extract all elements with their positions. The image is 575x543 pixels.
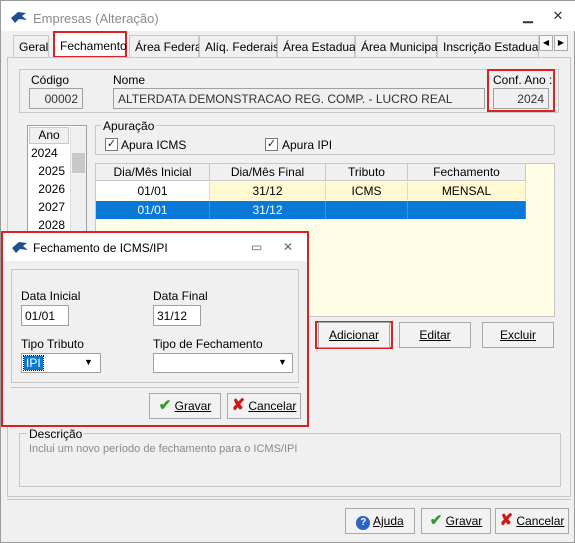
grid-cell: 31/12 [210,182,326,200]
year-item[interactable]: 2026 [29,181,69,198]
check-icon: ✔ [429,512,443,529]
tab-inscricao-estadual[interactable]: Inscrição Estadual S [437,35,539,57]
cancel-x-icon: ✘ [231,397,246,414]
grid-header-fechamento[interactable]: Fechamento [408,164,526,181]
dialog-bird-icon [12,242,28,253]
cancel-button[interactable]: ✘ Cancelar [495,508,569,534]
codigo-field[interactable]: 00002 [29,88,83,109]
add-button[interactable]: Adicionar [318,322,390,348]
years-scrollbar[interactable] [70,127,86,236]
help-button[interactable]: ? Ajuda [345,508,415,534]
grid-cell: 01/01 [96,182,210,200]
grid-cell: 31/12 [210,201,326,219]
data-inicial-input[interactable]: 01/01 [21,305,69,326]
conf-ano-field[interactable]: 2024 [493,88,549,109]
tipo-tributo-select[interactable]: IPI ▼ [21,353,101,373]
apura-icms-label: Apura ICMS [121,138,187,152]
grid-cell: MENSAL [408,182,526,200]
tab-fechamento[interactable]: Fechamento [53,31,127,58]
year-item[interactable]: 2025 [29,163,69,180]
dialog-save-label: Gravar [174,399,212,413]
grid-header-final[interactable]: Dia/Mês Final [210,164,326,181]
year-item[interactable]: 2027 [29,199,69,216]
grid-cell: ICMS [326,182,408,200]
help-button-label: Ajuda [372,514,404,528]
dialog-close-button[interactable]: ✕ [283,240,293,254]
data-final-label: Data Final [153,289,208,303]
close-button[interactable]: ✕ [549,7,567,25]
chevron-down-icon: ▼ [84,357,93,367]
apuracao-title: Apuração [101,119,157,133]
main-window: Empresas (Alteração) ▁ ✕ Geral Fechament… [0,0,575,543]
years-list[interactable]: Ano 2024 2025 2026 2027 2028 [27,125,87,237]
apura-ipi-checkbox[interactable]: ✓ [265,138,278,151]
apura-ipi-label: Apura IPI [282,138,333,152]
tab-area-estadual[interactable]: Área Estadual [277,35,358,57]
grid-cell: 01/01 [96,201,210,219]
minimize-button[interactable]: ▁ [519,7,537,25]
app-bird-icon [11,12,27,23]
dialog-cancel-button[interactable]: ✘ Cancelar [227,393,301,419]
footer-divider [7,499,571,500]
grid-cell [408,201,526,219]
tipo-tributo-value: IPI [23,355,44,371]
edit-button-label: Editar [419,328,451,342]
years-header: Ano [29,127,69,144]
delete-button[interactable]: Excluir [482,322,554,348]
save-button-label: Gravar [445,514,483,528]
tab-area-federal[interactable]: Área Federal [129,35,204,57]
grid-cell [326,201,408,219]
nome-field[interactable]: ALTERDATA DEMONSTRACAO REG. COMP. - LUCR… [113,88,485,109]
years-scroll-thumb[interactable] [72,153,85,173]
grid-header-inicial[interactable]: Dia/Mês Inicial [96,164,210,181]
cancel-button-label: Cancelar [516,514,565,528]
add-button-label: Adicionar [328,328,380,342]
dialog-cancel-label: Cancelar [248,399,297,413]
grid-header-tributo[interactable]: Tributo [326,164,408,181]
tab-geral[interactable]: Geral [13,35,49,57]
save-button[interactable]: ✔ Gravar [421,508,491,534]
conf-ano-label: Conf. Ano : [493,73,553,87]
table-row[interactable]: 01/01 31/12 ICMS MENSAL [96,182,526,200]
dialog-divider [11,387,299,388]
codigo-label: Código [31,73,70,87]
title-bar: Empresas (Alteração) ▁ ✕ [1,1,575,31]
tab-scroll-left-icon[interactable]: ◀ [539,35,553,51]
tab-aliq-federais[interactable]: Alíq. Federais [199,35,279,57]
table-row-selected[interactable]: 01/01 31/12 [96,201,526,219]
tipo-tributo-label: Tipo Tributo [21,337,84,351]
descricao-title: Descrição [27,427,85,441]
data-final-input[interactable]: 31/12 [153,305,201,326]
edit-button[interactable]: Editar [399,322,471,348]
cancel-x-icon: ✘ [499,512,514,529]
dialog-minimize-button[interactable]: ▭ [251,240,262,254]
tipo-fechamento-select[interactable]: ▼ [153,353,293,373]
check-icon: ✔ [158,397,172,414]
tipo-fechamento-label: Tipo de Fechamento [153,337,263,351]
tab-scroll-right-icon[interactable]: ▶ [554,35,568,51]
data-inicial-label: Data Inicial [21,289,81,303]
help-icon: ? [356,516,371,530]
dialog-title-bar: Fechamento de ICMS/IPI ▭ ✕ [3,233,307,261]
descricao-text: Inclui um novo período de fechamento par… [29,443,298,455]
dialog-save-button[interactable]: ✔ Gravar [149,393,221,419]
window-title: Empresas (Alteração) [33,11,159,26]
apura-icms-checkbox[interactable]: ✓ [105,138,118,151]
delete-button-label: Excluir [499,328,536,342]
chevron-down-icon: ▼ [278,357,287,367]
tab-area-municipal[interactable]: Área Municipal [355,35,440,57]
year-item[interactable]: 2024 [29,145,69,162]
fechamento-dialog: Fechamento de ICMS/IPI ▭ ✕ Data Inicial … [1,231,309,427]
descricao-group [19,433,561,487]
dialog-title: Fechamento de ICMS/IPI [33,241,168,255]
nome-label: Nome [113,73,146,87]
